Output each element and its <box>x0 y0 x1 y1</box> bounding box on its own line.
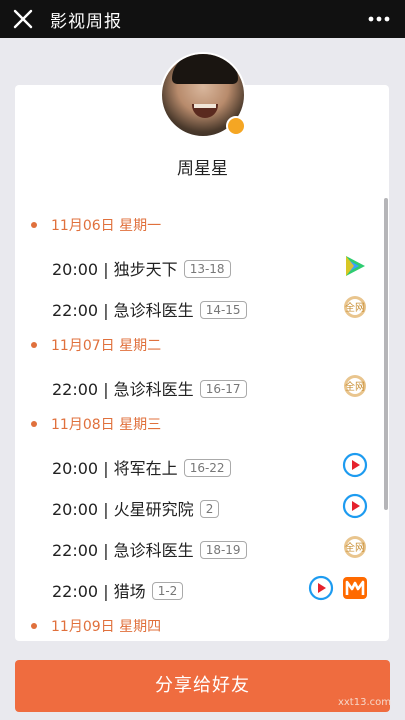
mango-tv-icon[interactable] <box>342 575 368 601</box>
episode-badge: 13-18 <box>183 260 231 278</box>
day-dot <box>31 623 37 629</box>
share-button[interactable]: 分享给好友 <box>15 660 390 712</box>
show-line: 22:00 | 猎场 1-2 <box>52 578 184 602</box>
close-icon <box>13 9 33 29</box>
show-time: 20:00 <box>52 260 99 279</box>
show-time: 22:00 <box>52 582 99 601</box>
show-line: 20:00 | 将军在上 16-22 <box>52 455 231 479</box>
episode-badge: 14-15 <box>199 301 247 319</box>
youku-icon[interactable] <box>308 575 334 601</box>
show-line: 22:00 | 急诊科医生 18-19 <box>52 537 247 561</box>
show-row[interactable]: 22:00 | 猎场 1-2 <box>52 575 372 603</box>
day-dot <box>31 342 37 348</box>
svg-text:全网: 全网 <box>345 541 365 554</box>
day-dot <box>31 222 37 228</box>
episode-badge: 16-22 <box>183 459 231 477</box>
show-line: 20:00 | 独步天下 13-18 <box>52 256 231 280</box>
more-button[interactable] <box>367 8 391 30</box>
show-row[interactable]: 20:00 | 独步天下 13-18 <box>52 253 372 281</box>
day-date: 11月09日 星期四 <box>51 619 162 635</box>
show-row[interactable]: 22:00 | 急诊科医生 14-15 全网 <box>52 294 372 322</box>
day-dot <box>31 421 37 427</box>
day-date: 11月06日 星期一 <box>51 218 162 234</box>
separator: | <box>98 582 114 601</box>
show-row[interactable]: 22:00 | 急诊科医生 18-19 全网 <box>52 534 372 562</box>
youku-icon[interactable] <box>342 493 368 519</box>
svg-text:全网: 全网 <box>345 301 365 314</box>
day-date: 11月08日 星期三 <box>51 417 162 433</box>
show-row[interactable]: 20:00 | 将军在上 16-22 <box>52 452 372 480</box>
top-bar: 影视周报 <box>0 0 405 38</box>
show-title: 火星研究院 <box>113 500 194 519</box>
separator: | <box>98 260 114 279</box>
svg-text:全网: 全网 <box>345 380 365 393</box>
show-row[interactable]: 20:00 | 火星研究院 2 <box>52 493 372 521</box>
show-title: 急诊科医生 <box>113 541 194 560</box>
avatar-teeth <box>194 104 216 108</box>
show-title: 独步天下 <box>113 260 178 279</box>
show-title: 急诊科医生 <box>113 301 194 320</box>
separator: | <box>98 380 114 399</box>
episode-badge: 1-2 <box>151 582 184 600</box>
separator: | <box>98 459 114 478</box>
separator: | <box>98 500 114 519</box>
episode-badge: 18-19 <box>199 541 247 559</box>
scrollbar[interactable] <box>384 198 388 510</box>
show-line: 22:00 | 急诊科医生 16-17 <box>52 376 247 400</box>
all-network-icon[interactable]: 全网 <box>342 534 368 560</box>
person-name: 周星星 <box>177 159 228 179</box>
episode-badge: 16-17 <box>199 380 247 398</box>
watermark: xxt13.com <box>337 697 391 708</box>
all-network-icon[interactable]: 全网 <box>342 373 368 399</box>
show-time: 22:00 <box>52 301 99 320</box>
show-line: 22:00 | 急诊科医生 14-15 <box>52 297 247 321</box>
show-time: 20:00 <box>52 500 99 519</box>
episode-badge: 2 <box>199 500 220 518</box>
separator: | <box>98 541 114 560</box>
avatar-hair <box>172 54 238 84</box>
all-network-icon[interactable]: 全网 <box>342 294 368 320</box>
show-title: 将军在上 <box>113 459 178 478</box>
show-row[interactable]: 22:00 | 急诊科医生 16-17 全网 <box>52 373 372 401</box>
show-title: 猎场 <box>113 582 146 601</box>
show-time: 20:00 <box>52 459 99 478</box>
show-line: 20:00 | 火星研究院 2 <box>52 496 220 520</box>
separator: | <box>98 301 114 320</box>
verified-badge-icon <box>226 116 246 136</box>
youku-icon[interactable] <box>342 452 368 478</box>
show-time: 22:00 <box>52 380 99 399</box>
show-time: 22:00 <box>52 541 99 560</box>
tencent-video-icon[interactable] <box>342 253 368 279</box>
close-button[interactable] <box>10 6 36 32</box>
more-dots-icon <box>368 16 390 22</box>
show-title: 急诊科医生 <box>113 380 194 399</box>
page-title: 影视周报 <box>50 12 122 32</box>
day-date: 11月07日 星期二 <box>51 338 162 354</box>
profile-avatar[interactable] <box>160 52 246 138</box>
